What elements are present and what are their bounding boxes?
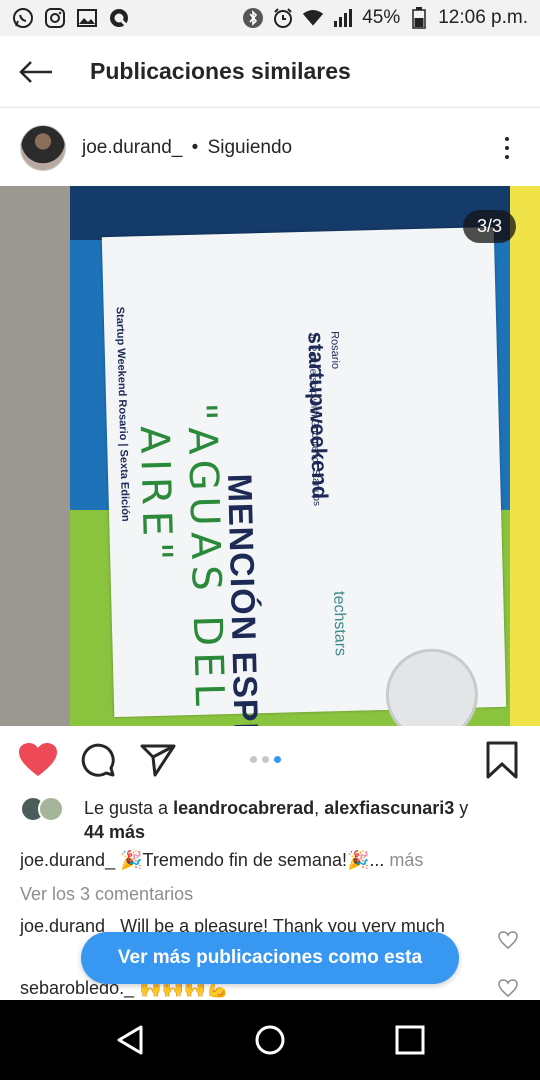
avatar[interactable] [20, 125, 66, 171]
certificate-brand-name: startupweekend [303, 331, 333, 500]
wifi-icon [302, 7, 324, 29]
carousel-dot-active [274, 756, 281, 763]
dot-icon [505, 137, 509, 141]
avatar [38, 796, 64, 822]
heart-outline-icon[interactable] [498, 930, 518, 950]
status-bar: 45% 12:06 p.m. [0, 0, 540, 36]
view-comments-link[interactable]: Ver los 3 comentarios [20, 884, 193, 905]
post-username[interactable]: joe.durand_ [82, 137, 182, 158]
square-recents-icon [395, 1025, 425, 1055]
likes-summary: Le gusta a leandrocabrerad, alexfiascuna… [0, 796, 540, 844]
app-q-icon [108, 7, 130, 29]
certificate-side-text: Startup Weekend Rosario | Sexta Edición [113, 306, 132, 522]
arrow-left-icon [19, 60, 52, 83]
liker-user2[interactable]: alexfiascunari3 [324, 798, 454, 818]
carousel-counter: 3/3 [462, 210, 516, 243]
more-options-button[interactable] [492, 128, 522, 168]
heart-filled-icon [19, 743, 57, 776]
likes-row: Le gusta a leandrocabrerad, alexfiascuna… [20, 796, 520, 844]
separator-dot: • [191, 137, 199, 158]
nav-recents-button[interactable] [382, 1012, 438, 1068]
post-user: joe.durand_ • Siguiendo [82, 137, 292, 159]
certificate: Startup Weekend Rosario | Sexta Edición … [101, 226, 507, 726]
gallery-icon [76, 7, 98, 29]
likes-text[interactable]: Le gusta a leandrocabrerad, alexfiascuna… [84, 796, 468, 844]
status-left [12, 7, 130, 29]
liker-user1[interactable]: leandrocabrerad [173, 798, 314, 818]
caption-username[interactable]: joe.durand_ [20, 850, 115, 870]
app-header: Publicaciones similares [0, 36, 540, 108]
caption: joe.durand_ 🎉Tremendo fin de semana!🎉...… [20, 850, 520, 871]
comment-icon [81, 743, 115, 777]
likes-conjunction: y [459, 798, 469, 818]
circle-home-icon [255, 1025, 285, 1055]
dot-icon [505, 155, 509, 159]
system-nav-bar [0, 1000, 540, 1080]
likes-others[interactable]: 44 más [84, 822, 145, 842]
dot-icon [505, 146, 509, 150]
like-button[interactable] [16, 738, 60, 782]
nav-home-button[interactable] [242, 1012, 298, 1068]
bookmark-icon [486, 741, 518, 779]
carousel-dot [262, 756, 269, 763]
caption-more-link[interactable]: más [389, 850, 423, 870]
certificate-partner: techstars [330, 590, 349, 657]
post-header: joe.durand_ • Siguiendo [0, 110, 540, 186]
signal-icon [332, 7, 354, 29]
carousel-dot [250, 756, 257, 763]
whatsapp-icon [12, 7, 34, 29]
page-title: Publicaciones similares [90, 58, 351, 84]
follow-status[interactable]: Siguiendo [208, 137, 293, 158]
battery-icon [408, 7, 430, 29]
comment-button[interactable] [76, 738, 120, 782]
save-button[interactable] [480, 738, 524, 782]
certificate-handwritten-line2: AIRE" [130, 425, 181, 568]
likes-separator: , [314, 798, 320, 818]
likes-prefix: Le gusta a [84, 798, 169, 818]
share-button[interactable] [136, 738, 180, 782]
carousel-dots [250, 756, 281, 763]
caption-text: 🎉Tremendo fin de semana!🎉... [120, 850, 385, 870]
post-image[interactable]: Startup Weekend Rosario | Sexta Edición … [0, 186, 540, 726]
triangle-back-icon [117, 1025, 143, 1055]
liker-avatars [20, 796, 72, 822]
battery-percent: 45% [362, 7, 401, 28]
clock: 12:06 p.m. [438, 7, 528, 28]
send-icon [140, 744, 176, 777]
seal-icon [384, 647, 480, 726]
heart-outline-icon[interactable] [498, 978, 518, 998]
alarm-icon [272, 7, 294, 29]
status-right: 45% 12:06 p.m. [242, 7, 528, 29]
back-button[interactable] [0, 36, 72, 108]
more-posts-button[interactable]: Ver más publicaciones como esta [81, 932, 459, 984]
nav-back-button[interactable] [102, 1012, 158, 1068]
certificate-heading: MENCIÓN ESPECIAL [220, 473, 268, 726]
instagram-icon [44, 7, 66, 29]
action-bar [0, 726, 540, 794]
bluetooth-icon [242, 7, 264, 29]
certificate-brand: Rosario startupweekend [302, 331, 344, 499]
